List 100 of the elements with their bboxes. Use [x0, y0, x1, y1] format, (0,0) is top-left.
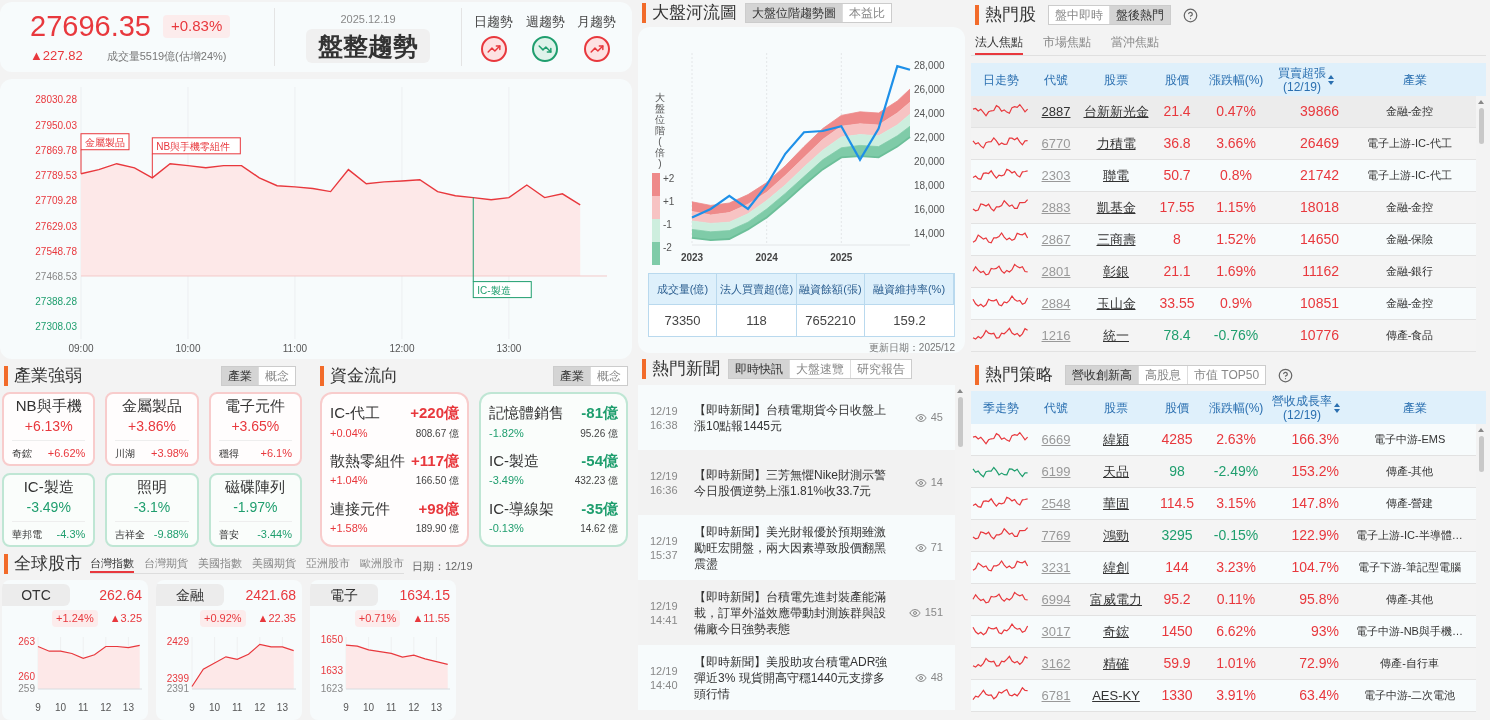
metric-value: 18018 — [1300, 198, 1340, 217]
industry-card[interactable]: NB與手機 +6.13% 奇鋐 +6.62% — [2, 392, 96, 466]
table-header-cell: 融資餘額(張) — [797, 274, 865, 304]
toggle-tab[interactable]: 盤後熱門 — [1110, 6, 1170, 24]
toggle-tab[interactable]: 營收創新高 — [1066, 366, 1139, 384]
toggle-tab[interactable]: 即時快訊 — [729, 360, 790, 378]
trade-amount: 189.90 億 — [415, 521, 459, 536]
table-cell: 7652210 — [797, 304, 865, 336]
news-headline[interactable]: 【即時新聞】美股助攻台積電ADR強彈近3% 現貨開高守穩1440元支撐多頭行情 — [694, 653, 890, 702]
column-header[interactable]: 營收成長率 (12/19) — [1272, 393, 1332, 422]
change-percent-badge: +1.24% — [52, 610, 98, 627]
stock-change: -3.44% — [257, 527, 292, 542]
stock-name-link[interactable]: AES-KY — [1092, 685, 1140, 706]
trade-amount: 166.50 億 — [415, 474, 459, 489]
metric-value: 11162 — [1302, 262, 1340, 281]
stock-name-link[interactable]: 彰銀 — [1103, 261, 1129, 282]
stock-row[interactable]: 2887 台新新光金 21.4 0.47% 39866 金融-金控 — [971, 96, 1476, 128]
stock-name-link[interactable]: 聯電 — [1103, 165, 1129, 186]
price-change: 1.69% — [1216, 262, 1256, 281]
stock-row[interactable]: 6669 緯穎 4285 2.63% 166.3% 電子中游-EMS — [971, 424, 1476, 456]
news-headline[interactable]: 【即時新聞】台積電先進封裝產能滿載，訂單外溢效應帶動封測族群與設備廠今日強勢表態 — [694, 588, 890, 637]
axis-tick-label: 12 — [408, 701, 420, 713]
stock-name-link[interactable]: 力積電 — [1096, 133, 1136, 154]
sector-name[interactable]: IC-代工 — [330, 402, 380, 425]
stock-name-link[interactable]: 緯創 — [1103, 557, 1129, 578]
price-change: 0.8% — [1220, 166, 1252, 185]
stock-name-link[interactable]: 天品 — [1103, 461, 1129, 482]
axis-tick-label: 22,000 — [914, 132, 945, 143]
price-change: 0.11% — [1216, 590, 1256, 609]
industry-name: 金屬製品 — [122, 396, 182, 416]
section-title: 熱門策略 — [975, 365, 1053, 385]
stock-price: 98 — [1169, 462, 1185, 481]
sector-name[interactable]: 連接元件 — [330, 497, 390, 521]
industry-card[interactable]: IC-製造 -3.49% 華邦電 -4.3% — [2, 473, 96, 547]
stock-price: 3295 — [1161, 526, 1193, 545]
axis-tick-label: 27308.03 — [35, 321, 77, 333]
news-item[interactable]: 12/19 14:40 【即時新聞】美股助攻台積電ADR強彈近3% 現貨開高守穩1440元支撐多頭行情 48 — [638, 645, 955, 710]
column-header[interactable]: 買賣超張 (12/19) — [1278, 65, 1326, 94]
stock-row[interactable]: 2548 華固 114.5 3.15% 147.8% 傳產-營建 — [971, 488, 1476, 520]
market-tab[interactable]: 台灣指數 — [90, 555, 134, 573]
axis-tick-label: 18,000 — [914, 180, 945, 191]
axis-tick-label: 27388.28 — [35, 296, 77, 308]
stock-row[interactable]: 2867 三商壽 8 1.52% 14650 金融-保險 — [971, 224, 1476, 256]
news-date: 12/19 — [650, 598, 679, 613]
stock-name-link[interactable]: 華固 — [1103, 493, 1129, 514]
stock-name-link[interactable]: 台新新光金 — [1083, 101, 1149, 122]
toggle-tab[interactable]: 產業 — [554, 367, 591, 385]
price-change: 0.47% — [1216, 102, 1256, 121]
toggle-tab[interactable]: 大盤位階趨勢圖 — [746, 4, 843, 22]
price-change: 6.62% — [1216, 622, 1256, 641]
sector-name[interactable]: IC-製造 — [489, 450, 539, 473]
industry-text: 金融-金控 — [1385, 104, 1434, 120]
axis-title: 大盤位階(倍) — [655, 92, 665, 169]
legend-label: -2 — [663, 242, 672, 253]
industry-card[interactable]: 電子元件 +3.65% 穩得 +6.1% — [208, 392, 302, 466]
table-cell: 73350 — [649, 304, 717, 336]
stock-price: 4285 — [1161, 430, 1193, 449]
stock-name-link[interactable]: 凱基金 — [1096, 197, 1136, 218]
annotation: 金屬製品 — [85, 136, 125, 148]
sector-name[interactable]: 記憶體銷售 — [489, 402, 564, 425]
stock-name-link[interactable]: 富威電力 — [1090, 589, 1142, 610]
stock-row[interactable]: 3231 緯創 144 3.23% 104.7% 電子下游-筆記型電腦 — [971, 552, 1476, 584]
stock-name-link[interactable]: 奇鋐 — [1103, 621, 1129, 642]
news-headline[interactable]: 【即時新聞】台積電期貨今日收盤上漲10點報1445元 — [694, 401, 890, 434]
industry-change: -1.97% — [233, 498, 278, 517]
stock-name-link[interactable]: 玉山金 — [1096, 293, 1136, 314]
stock-name-link[interactable]: 三商壽 — [1096, 229, 1136, 250]
industry-card[interactable]: 金屬製品 +3.86% 川湖 +3.98% — [105, 392, 199, 466]
news-item[interactable]: 12/19 16:38 【即時新聞】台積電期貨今日收盤上漲10點報1445元 45 — [638, 385, 955, 450]
industry-text: 電子中游-NB與手機… — [1356, 624, 1463, 640]
section-title: 全球股市 — [4, 554, 82, 574]
stock-name-link[interactable]: 統一 — [1103, 325, 1129, 346]
focus-tab[interactable]: 法人焦點 — [975, 33, 1023, 55]
axis-tick-label: 28030.28 — [35, 94, 77, 106]
stock-row[interactable]: 2884 玉山金 33.55 0.9% 10851 金融-金控 — [971, 288, 1476, 320]
view-count: 45 — [930, 410, 943, 426]
industry-card[interactable]: 磁碟陣列 -1.97% 普安 -3.44% — [208, 473, 302, 547]
column-header: 漲跌幅(%) — [1208, 399, 1264, 417]
stock-row[interactable]: 6781 AES-KY 1330 3.91% 63.4% 電子中游-二次電池 — [971, 680, 1476, 712]
sector-name[interactable]: 散熱零組件 — [330, 450, 405, 473]
table-cell: 118 — [717, 304, 797, 336]
sector-name[interactable]: IC-導線架 — [489, 497, 554, 521]
news-headline[interactable]: 【即時新聞】美光財報優於預期雖激勵旺宏開盤，兩大因素導致股價翻黑震盪 — [694, 523, 890, 572]
stock-name-link[interactable]: 鴻勁 — [1103, 525, 1129, 546]
fund-flow-value: +220億 — [410, 403, 459, 424]
toggle-tab[interactable]: 產業 — [222, 367, 259, 385]
axis-tick-label: 9 — [343, 701, 349, 713]
stock-row[interactable]: 3017 奇鋐 1450 6.62% 93% 電子中游-NB與手機… — [971, 616, 1476, 648]
news-headline[interactable]: 【即時新聞】三芳無懼Nike財測示警今日股價逆勢上漲1.81%收33.7元 — [694, 466, 890, 499]
stock-code-link[interactable]: 2887 — [1041, 101, 1071, 122]
stock-name-link[interactable]: 緯穎 — [1103, 429, 1129, 450]
metric-value: 104.7% — [1291, 558, 1340, 577]
industry-card[interactable]: 照明 -3.1% 吉祥全 -9.88% — [105, 473, 199, 547]
news-item[interactable]: 12/19 15:37 【即時新聞】美光財報優於預期雖激勵旺宏開盤，兩大因素導致股價翻黑震盪 71 — [638, 515, 955, 580]
industry-text: 傳產-食品 — [1385, 328, 1434, 344]
legend-label: +2 — [663, 173, 675, 184]
stock-row[interactable]: 2303 聯電 50.7 0.8% 21742 電子上游-IC-代工 — [971, 160, 1476, 192]
industry-text: 金融-保險 — [1385, 232, 1434, 248]
axis-tick-label: 2025 — [830, 252, 853, 263]
stock-name-link[interactable]: 精確 — [1103, 653, 1129, 674]
